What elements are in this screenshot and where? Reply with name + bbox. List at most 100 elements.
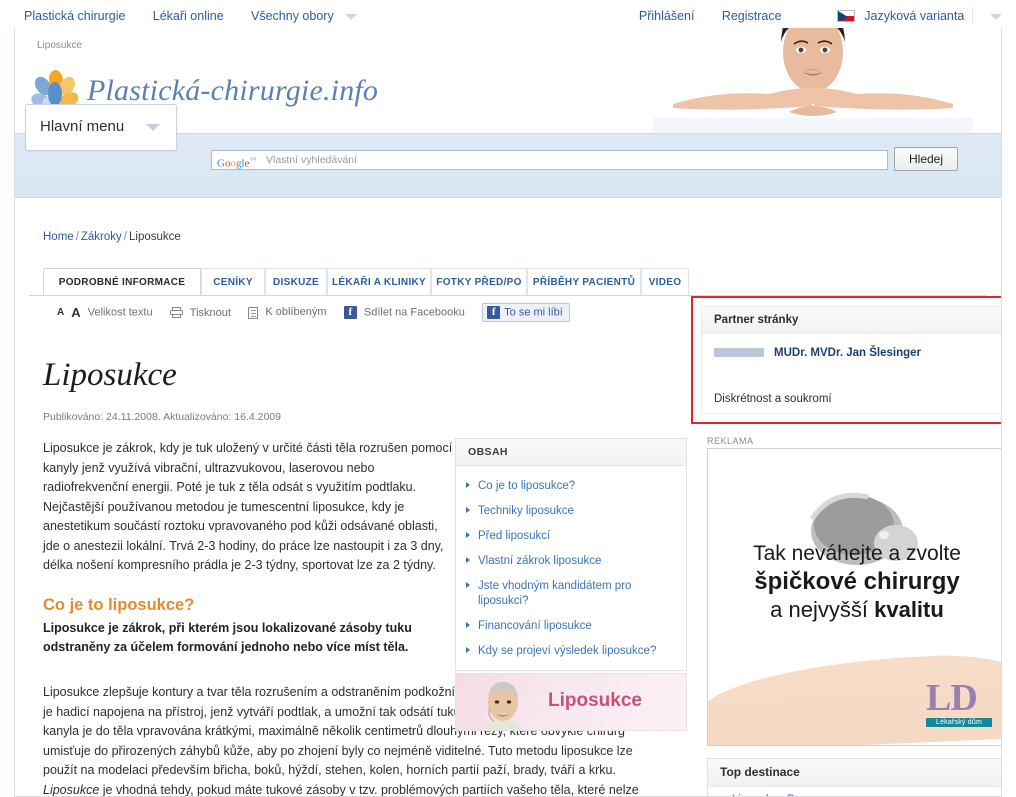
liposukce-photo-card[interactable]: Liposukce — [455, 673, 687, 731]
search-placeholder: Vlastní vyhledávání — [266, 154, 358, 166]
chevron-down-icon[interactable] — [345, 13, 358, 20]
tab-podrobne-informace[interactable]: PODROBNÉ INFORMACE — [43, 268, 201, 295]
font-large-icon[interactable]: A — [71, 305, 80, 320]
main-menu-label: Hlavní menu — [40, 118, 125, 135]
arrow-right-icon — [466, 532, 470, 538]
toc-item-4[interactable]: Jste vhodným kandidátem pro liposukci? — [456, 574, 686, 614]
toc-item-label: Vlastní zákrok liposukce — [478, 555, 602, 567]
arrow-right-icon — [466, 622, 470, 628]
printer-icon — [169, 307, 183, 319]
divider — [971, 8, 973, 23]
tab-ceniky[interactable]: CENÍKY — [201, 268, 265, 295]
font-size-control[interactable]: A A Velikost textu — [57, 305, 153, 320]
tab-video[interactable]: VIDEO — [641, 268, 689, 295]
favorites-button[interactable]: K oblíbeným — [248, 306, 327, 319]
tab-pribehy-pacientu[interactable]: PŘÍBĚHY PACIENTŮ — [527, 268, 641, 295]
print-button[interactable]: Tisknout — [169, 306, 231, 319]
logo-text: Plastická-chirurgie.info — [87, 74, 379, 107]
toc-item-1[interactable]: Techniky liposukce — [456, 499, 686, 524]
toc-item-label: Jste vhodným kandidátem pro liposukci? — [478, 580, 632, 607]
toc-item-label: Před liposukcí — [478, 530, 551, 542]
top-bar-left-links: Plastická chirurgie Lékaři online Všechn… — [24, 8, 358, 23]
toc-list: Co je to liposukce? Techniky liposukce P… — [456, 466, 686, 670]
article-section-heading: Co je to liposukce? — [43, 595, 195, 614]
share-facebook-button[interactable]: f Sdílet na Facebooku — [343, 306, 465, 319]
toc-item-2[interactable]: Před liposukcí — [456, 524, 686, 549]
article-body-2: je vhodná tehdy, pokud máte tukové zásob… — [102, 782, 639, 797]
tab-bar: PODROBNÉ INFORMACE CENÍKY DISKUZE LÉKAŘI… — [29, 268, 987, 296]
top-bar: Plastická chirurgie Lékaři online Všechn… — [0, 0, 1016, 28]
partner-heading: Partner stránky — [702, 307, 1001, 334]
facebook-like-button[interactable]: f To se mi líbí — [482, 303, 570, 322]
top-destinations-box: Top destinace Liposukce Brno Liposukce O… — [707, 758, 1001, 796]
tab-fotky-pred-po[interactable]: FOTKY PŘED/PO — [431, 268, 527, 295]
top-link-plastic-surgery[interactable]: Plastická chirurgie — [24, 9, 125, 23]
login-link[interactable]: Přihlášení — [639, 9, 695, 23]
ad-line-2: špičkové chirurgy — [754, 568, 960, 595]
ad-line-3b: kvalitu — [874, 597, 944, 622]
arrow-right-icon — [466, 557, 470, 563]
partner-box: Partner stránky MUDr. MVDr. Jan Šlesinge… — [691, 296, 1001, 424]
search-button[interactable]: Hledej — [894, 147, 958, 171]
arrow-right-icon — [466, 647, 470, 653]
search-input[interactable]: Google™ Vlastní vyhledávání — [211, 150, 888, 170]
ad-logo-letters: LD — [926, 677, 978, 719]
article-toolbar: A A Velikost textu Tisknout K oblíbeným … — [57, 303, 570, 323]
top-destinations-heading: Top destinace — [708, 759, 1001, 787]
ad-logo-subtitle: Lékařský dům — [926, 718, 992, 727]
toc-item-label: Kdy se projeví výsledek liposukce? — [478, 645, 657, 657]
favorites-label: K oblíbeným — [265, 306, 327, 319]
chevron-down-icon-menu — [146, 124, 160, 131]
article-body: Liposukce Publikováno: 24.11.2008. Aktua… — [43, 353, 455, 658]
arrow-right-icon — [466, 582, 470, 588]
article-body-emphasis: Liposukce — [43, 782, 100, 797]
share-facebook-label: Sdílet na Facebooku — [363, 306, 465, 319]
toc-item-label: Techniky liposukce — [478, 505, 574, 517]
page-title: Liposukce — [43, 357, 177, 393]
breadcrumb-home[interactable]: Home — [43, 231, 74, 243]
doctor-photo — [472, 678, 534, 730]
toc-item-5[interactable]: Financování liposukce — [456, 614, 686, 639]
partner-logo-placeholder — [714, 348, 764, 358]
ad-line-3: a nejvyšší kvalitu — [708, 596, 1001, 624]
toc-item-6[interactable]: Kdy se projeví výsledek liposukce? — [456, 639, 686, 664]
facebook-like-icon: f — [487, 306, 501, 319]
header-mini-breadcrumb: Liposukce — [37, 40, 83, 51]
arrow-right-icon — [466, 507, 470, 513]
tab-lekari-a-kliniky[interactable]: LÉKAŘI A KLINIKY — [327, 268, 431, 295]
partner-inner: Partner stránky MUDr. MVDr. Jan Šlesinge… — [701, 306, 1001, 414]
header-hero-image — [653, 28, 973, 133]
print-label: Tisknout — [189, 306, 231, 319]
toc-heading: OBSAH — [456, 439, 686, 466]
advertisement-banner[interactable]: Tak neváhejte a zvolte špičkové chirurgy… — [707, 448, 1001, 746]
like-label: To se mi líbí — [504, 306, 563, 319]
toc-item-label: Co je to liposukce? — [478, 480, 576, 492]
toc-item-3[interactable]: Vlastní zákrok liposukce — [456, 549, 686, 574]
partner-name: MUDr. MVDr. Jan Šlesinger — [774, 347, 921, 359]
top-destination-item-0[interactable]: Liposukce Brno — [708, 787, 1001, 796]
ad-line-1: Tak neváhejte a zvolte — [753, 542, 961, 565]
toc-item-label: Financování liposukce — [478, 620, 592, 632]
page-container: Liposukce Plastická-chirurgie.info Hlavn… — [14, 28, 1002, 797]
breadcrumb-current: Liposukce — [129, 231, 181, 243]
ad-text: Tak neváhejte a zvolte špičkové chirurgy… — [708, 541, 1001, 624]
tab-diskuze[interactable]: DISKUZE — [265, 268, 327, 295]
font-size-label: Velikost textu — [87, 306, 153, 319]
main-menu-button[interactable]: Hlavní menu — [25, 104, 177, 151]
toc-card: OBSAH Co je to liposukce? Techniky lipos… — [455, 438, 687, 671]
czech-flag-icon — [836, 9, 855, 22]
chevron-down-icon-language[interactable] — [990, 13, 1002, 20]
photo-card-caption: Liposukce — [548, 690, 642, 711]
font-small-icon[interactable]: A — [57, 307, 64, 318]
breadcrumb-section[interactable]: Zákroky — [81, 231, 122, 243]
top-link-all-fields[interactable]: Všechny obory — [251, 9, 334, 23]
register-link[interactable]: Registrace — [722, 9, 782, 23]
toc-item-0[interactable]: Co je to liposukce? — [456, 474, 686, 499]
top-link-doctors-online[interactable]: Lékaři online — [153, 9, 224, 23]
breadcrumb: Home / Zákroky / Liposukce — [43, 231, 181, 243]
top-bar-right-links: Přihlášení Registrace Jazyková varianta — [639, 8, 1002, 23]
language-variant-link[interactable]: Jazyková varianta — [864, 9, 964, 23]
partner-row[interactable]: MUDr. MVDr. Jan Šlesinger — [714, 347, 992, 359]
search-band: Hlavní menu Google™ Vlastní vyhledávání … — [15, 104, 1001, 198]
bookmark-icon — [248, 306, 259, 319]
